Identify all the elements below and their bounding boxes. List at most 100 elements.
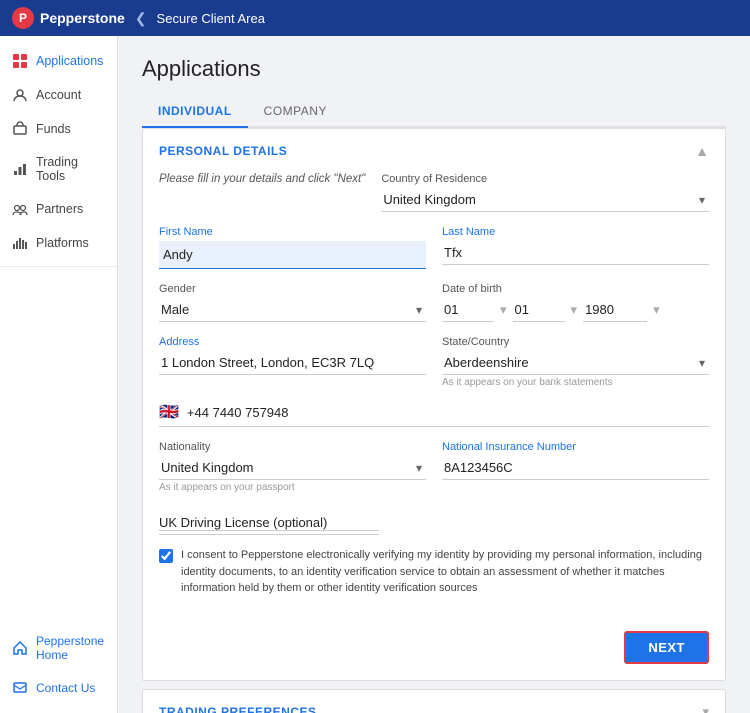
main-layout: Applications Account Funds <box>0 36 750 713</box>
sidebar-label-trading-tools: Trading Tools <box>36 155 105 183</box>
dob-year-select[interactable]: 1980 <box>583 298 647 322</box>
form-group-firstname: First Name <box>159 226 426 269</box>
form-row-names: First Name Last Name <box>159 226 709 269</box>
brand-name: Pepperstone <box>40 10 125 26</box>
sidebar-divider <box>0 266 117 267</box>
form-row-nationality-ni: Nationality United Kingdom As it appears… <box>159 441 709 493</box>
next-area: NEXT <box>143 621 725 680</box>
funds-icon <box>12 121 28 137</box>
address-label: Address <box>159 336 426 348</box>
form-group-country: Country of Residence United Kingdom <box>381 173 709 212</box>
sidebar-label-pepperstone-home: Pepperstone Home <box>36 634 105 662</box>
sidebar-label-applications: Applications <box>36 54 103 68</box>
sidebar-label-partners: Partners <box>36 202 83 216</box>
form-group-address: Address <box>159 336 426 388</box>
contact-icon <box>12 680 28 696</box>
sidebar-item-account[interactable]: Account <box>0 78 117 112</box>
lastname-label: Last Name <box>442 226 709 238</box>
dob-row: 01 ▾ 01 ▾ 1980 ▾ <box>442 298 709 322</box>
nationality-select[interactable]: United Kingdom <box>159 456 426 480</box>
form-group-nationality: Nationality United Kingdom As it appears… <box>159 441 426 493</box>
firstname-label: First Name <box>159 226 426 238</box>
form-group-dob: Date of birth 01 ▾ 01 ▾ 1980 <box>442 283 709 322</box>
address-input[interactable] <box>159 351 426 375</box>
country-select-wrapper: United Kingdom <box>381 188 709 212</box>
form-row-country: Please fill in your details and click "N… <box>159 173 709 212</box>
logo-icon: P <box>12 7 34 29</box>
sidebar-label-funds: Funds <box>36 122 71 136</box>
next-button[interactable]: NEXT <box>624 631 709 664</box>
sidebar: Applications Account Funds <box>0 36 118 713</box>
main-content: Applications INDIVIDUAL COMPANY PERSONAL… <box>118 36 750 713</box>
section-title: Secure Client Area <box>157 11 265 26</box>
gender-label: Gender <box>159 283 426 295</box>
nationality-hint: As it appears on your passport <box>159 482 426 493</box>
personal-details-title: PERSONAL DETAILS <box>159 144 287 158</box>
sidebar-label-account: Account <box>36 88 81 102</box>
nationality-select-wrapper: United Kingdom <box>159 456 426 480</box>
country-label: Country of Residence <box>381 173 709 185</box>
sidebar-item-platforms[interactable]: Platforms <box>0 226 117 260</box>
driving-license-row: UK Driving License (optional) <box>159 507 709 535</box>
personal-details-chevron: ▲ <box>695 143 709 159</box>
lastname-input[interactable] <box>442 241 709 265</box>
trading-preferences-chevron: ▾ <box>702 704 709 713</box>
back-chevron[interactable]: ❮ <box>135 10 147 27</box>
form-group-state: State/Country Aberdeenshire As it appear… <box>442 336 709 388</box>
sidebar-item-funds[interactable]: Funds <box>0 112 117 146</box>
application-tabs: INDIVIDUAL COMPANY <box>142 96 726 128</box>
form-group-ni: National Insurance Number <box>442 441 709 493</box>
page-title: Applications <box>142 56 726 82</box>
sidebar-label-contact-us: Contact Us <box>36 681 95 695</box>
sidebar-item-trading-tools[interactable]: Trading Tools <box>0 146 117 192</box>
personal-details-card: PERSONAL DETAILS ▲ Please fill in your d… <box>142 128 726 681</box>
account-icon <box>12 87 28 103</box>
personal-details-header[interactable]: PERSONAL DETAILS ▲ <box>143 129 725 173</box>
personal-details-form: Please fill in your details and click "N… <box>143 173 725 621</box>
dob-day-select[interactable]: 01 <box>442 298 494 322</box>
sidebar-bottom: Pepperstone Home Contact Us <box>0 625 117 705</box>
ni-input[interactable] <box>442 456 709 480</box>
nationality-label: Nationality <box>159 441 426 453</box>
state-select-wrapper: Aberdeenshire <box>442 351 709 375</box>
home-icon <box>12 640 28 656</box>
gender-select[interactable]: Male Female <box>159 298 426 322</box>
tab-company[interactable]: COMPANY <box>248 96 343 126</box>
trading-preferences-title: TRADING PREFERENCES <box>159 705 317 713</box>
applications-icon <box>12 53 28 69</box>
platforms-icon <box>12 235 28 251</box>
trading-preferences-header[interactable]: TRADING PREFERENCES ▾ <box>143 690 725 713</box>
sidebar-item-contact-us[interactable]: Contact Us <box>0 671 117 705</box>
sidebar-item-applications[interactable]: Applications <box>0 44 117 78</box>
state-label: State/Country <box>442 336 709 348</box>
firstname-input[interactable] <box>159 241 426 269</box>
driving-license-label: UK Driving License (optional) <box>159 515 327 530</box>
consent-row: I consent to Pepperstone electronically … <box>159 547 709 597</box>
phone-input[interactable] <box>187 405 709 420</box>
form-group-lastname: Last Name <box>442 226 709 269</box>
logo[interactable]: P Pepperstone <box>12 7 125 29</box>
partners-icon <box>12 201 28 217</box>
trading-preferences-card: TRADING PREFERENCES ▾ <box>142 689 726 713</box>
sidebar-item-partners[interactable]: Partners <box>0 192 117 226</box>
sidebar-label-platforms: Platforms <box>36 236 89 250</box>
form-intro-text: Please fill in your details and click "N… <box>159 173 365 212</box>
country-select[interactable]: United Kingdom <box>381 188 709 212</box>
gender-select-wrapper: Male Female <box>159 298 426 322</box>
ni-label: National Insurance Number <box>442 441 709 453</box>
trading-tools-icon <box>12 161 28 177</box>
tab-individual[interactable]: INDIVIDUAL <box>142 96 248 128</box>
phone-row: 🇬🇧 <box>159 402 709 427</box>
state-select[interactable]: Aberdeenshire <box>442 351 709 375</box>
sidebar-item-pepperstone-home[interactable]: Pepperstone Home <box>0 625 117 671</box>
form-group-gender: Gender Male Female <box>159 283 426 322</box>
consent-text: I consent to Pepperstone electronically … <box>181 547 709 597</box>
form-row-gender-dob: Gender Male Female Date of birth 0 <box>159 283 709 322</box>
dob-label: Date of birth <box>442 283 709 295</box>
form-row-address-state: Address State/Country Aberdeenshire As i… <box>159 336 709 388</box>
top-bar: P Pepperstone ❮ Secure Client Area <box>0 0 750 36</box>
consent-checkbox[interactable] <box>159 549 173 563</box>
flag-icon: 🇬🇧 <box>159 402 179 422</box>
dob-month-select[interactable]: 01 <box>513 298 565 322</box>
state-hint: As it appears on your bank statements <box>442 377 709 388</box>
